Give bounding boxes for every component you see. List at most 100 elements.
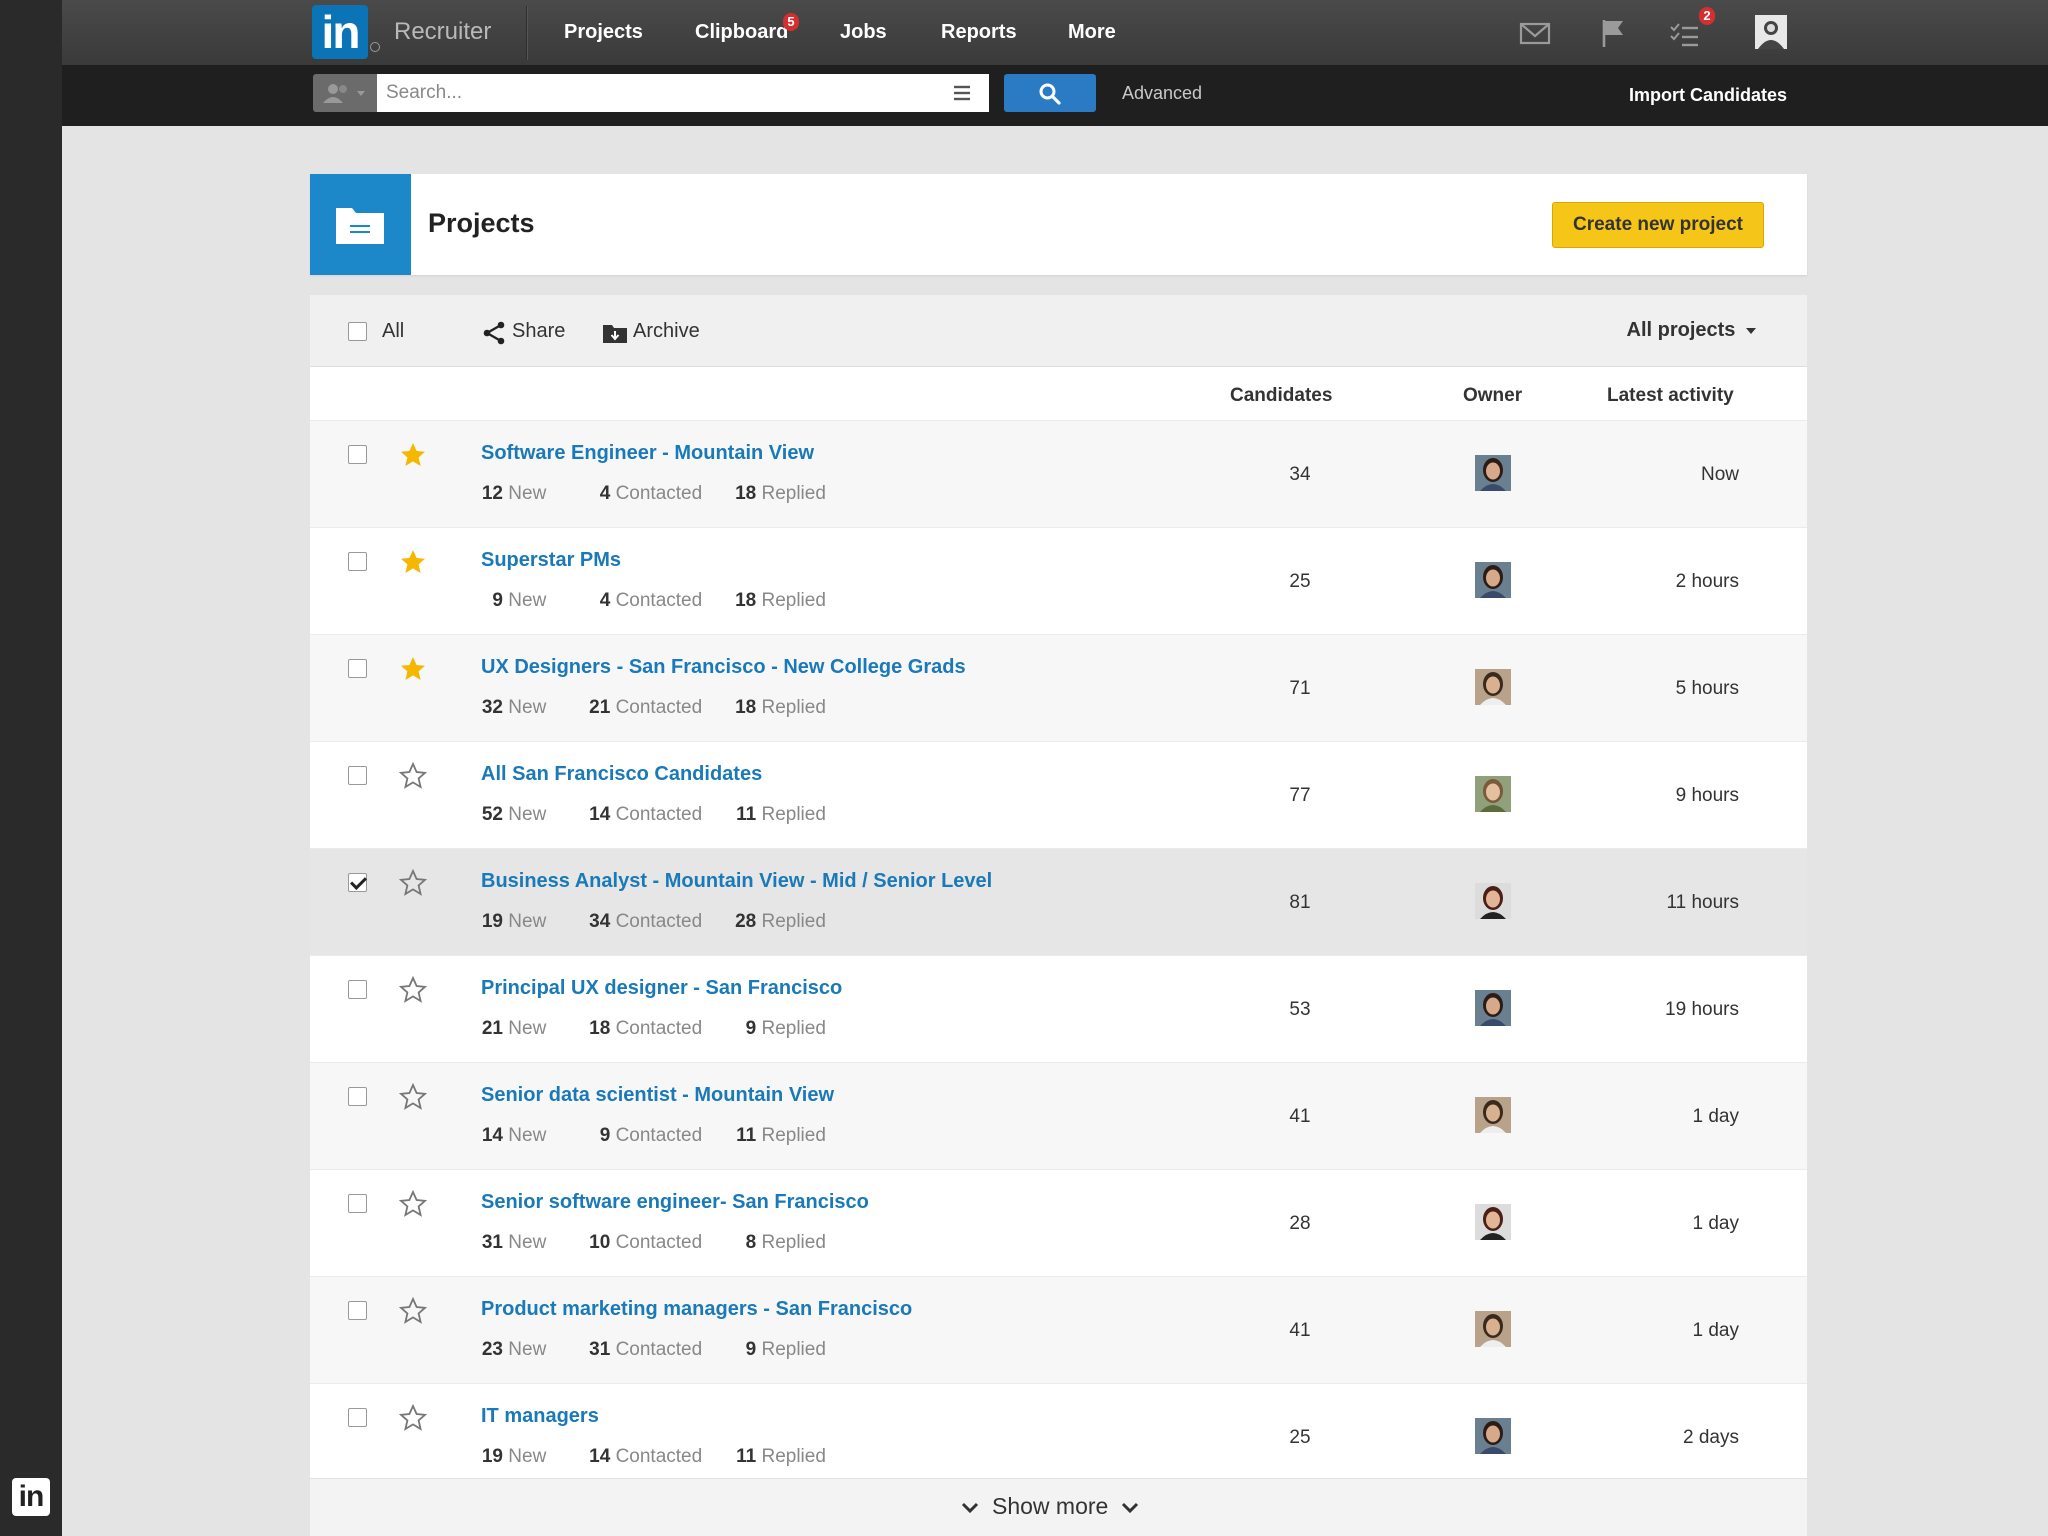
project-title-link[interactable]: Senior software engineer- San Francisco: [481, 1191, 869, 1214]
star-outline-icon[interactable]: [399, 869, 427, 897]
mail-icon[interactable]: [1518, 16, 1552, 50]
nav-more[interactable]: More: [1068, 21, 1116, 44]
star-filled-icon[interactable]: [399, 548, 427, 576]
owner-avatar[interactable]: [1475, 1418, 1511, 1454]
star-filled-icon[interactable]: [399, 655, 427, 683]
project-row[interactable]: Superstar PMs 9 New 4 Contacted 18 Replied 2…: [310, 527, 1807, 634]
candidates-count[interactable]: 41: [1270, 1106, 1330, 1128]
nav-clipboard[interactable]: Clipboard: [695, 21, 788, 44]
brand-name[interactable]: Recruiter: [394, 18, 491, 46]
share-button[interactable]: Share: [512, 320, 565, 343]
project-row[interactable]: Business Analyst - Mountain View - Mid /…: [310, 848, 1807, 955]
new-count: 19: [481, 1446, 503, 1467]
project-title-link[interactable]: Business Analyst - Mountain View - Mid /…: [481, 870, 992, 893]
project-title-link[interactable]: Product marketing managers - San Francis…: [481, 1298, 912, 1321]
replied-label: Replied: [761, 1339, 826, 1360]
project-title-link[interactable]: Software Engineer - Mountain View: [481, 442, 814, 465]
star-outline-icon[interactable]: [399, 1083, 427, 1111]
show-more-bar[interactable]: Show more: [310, 1478, 1807, 1536]
flag-icon[interactable]: [1596, 16, 1630, 50]
row-checkbox[interactable]: [348, 873, 367, 892]
create-new-project-button[interactable]: Create new project: [1552, 202, 1764, 248]
project-row[interactable]: IT managers 19 New 14 Contacted 11 Replied 2…: [310, 1383, 1807, 1490]
column-latest-activity[interactable]: Latest activity: [1607, 385, 1734, 407]
select-all-label[interactable]: All: [382, 320, 404, 343]
share-icon[interactable]: [482, 321, 506, 345]
row-checkbox[interactable]: [348, 1408, 367, 1427]
project-stats: 23 New 31 Contacted 9 Replied: [481, 1339, 826, 1361]
advanced-search-link[interactable]: Advanced: [1122, 83, 1202, 104]
row-checkbox[interactable]: [348, 980, 367, 999]
star-outline-icon[interactable]: [399, 976, 427, 1004]
profile-icon[interactable]: [1755, 15, 1787, 49]
candidates-count[interactable]: 34: [1270, 464, 1330, 486]
replied-label: Replied: [761, 1018, 826, 1039]
candidates-count[interactable]: 77: [1270, 785, 1330, 807]
archive-icon[interactable]: [602, 322, 628, 344]
contacted-label: Contacted: [615, 1232, 703, 1253]
candidates-count[interactable]: 41: [1270, 1320, 1330, 1342]
star-outline-icon[interactable]: [399, 762, 427, 790]
search-button[interactable]: [1004, 74, 1096, 112]
project-row[interactable]: Software Engineer - Mountain View 12 New 4…: [310, 420, 1807, 527]
candidates-count[interactable]: 25: [1270, 571, 1330, 593]
owner-avatar[interactable]: [1475, 776, 1511, 812]
column-candidates[interactable]: Candidates: [1230, 385, 1332, 407]
candidates-count[interactable]: 25: [1270, 1427, 1330, 1449]
project-title-link[interactable]: UX Designers - San Francisco - New Colle…: [481, 656, 966, 679]
candidates-count[interactable]: 81: [1270, 892, 1330, 914]
project-stats: 21 New 18 Contacted 9 Replied: [481, 1018, 826, 1040]
star-outline-icon[interactable]: [399, 1404, 427, 1432]
row-checkbox[interactable]: [348, 659, 367, 678]
project-title-link[interactable]: All San Francisco Candidates: [481, 763, 762, 786]
candidates-count[interactable]: 71: [1270, 678, 1330, 700]
project-title-link[interactable]: Principal UX designer - San Francisco: [481, 977, 842, 1000]
nav-projects[interactable]: Projects: [564, 21, 643, 44]
project-rows: Software Engineer - Mountain View 12 New 4…: [310, 420, 1807, 1490]
nav-reports[interactable]: Reports: [941, 21, 1017, 44]
owner-avatar[interactable]: [1475, 1097, 1511, 1133]
row-checkbox[interactable]: [348, 1087, 367, 1106]
show-more-label: Show more: [992, 1493, 1109, 1519]
project-row[interactable]: All San Francisco Candidates 52 New 14 Con…: [310, 741, 1807, 848]
candidates-count[interactable]: 28: [1270, 1213, 1330, 1235]
owner-avatar[interactable]: [1475, 562, 1511, 598]
owner-avatar[interactable]: [1475, 669, 1511, 705]
star-filled-icon[interactable]: [399, 441, 427, 469]
search-type-dropdown[interactable]: [313, 74, 377, 112]
project-title-link[interactable]: Senior data scientist - Mountain View: [481, 1084, 834, 1107]
search-options-icon[interactable]: [952, 83, 972, 103]
tasks-icon[interactable]: [1668, 16, 1702, 50]
projects-filter-dropdown[interactable]: All projects: [1627, 319, 1757, 342]
owner-avatar[interactable]: [1475, 1311, 1511, 1347]
row-checkbox[interactable]: [348, 552, 367, 571]
project-title-link[interactable]: IT managers: [481, 1405, 599, 1428]
owner-avatar[interactable]: [1475, 455, 1511, 491]
row-checkbox[interactable]: [348, 445, 367, 464]
import-candidates-link[interactable]: Import Candidates: [1629, 85, 1787, 106]
star-outline-icon[interactable]: [399, 1297, 427, 1325]
owner-avatar[interactable]: [1475, 883, 1511, 919]
owner-avatar[interactable]: [1475, 1204, 1511, 1240]
project-row[interactable]: Senior data scientist - Mountain View 14 …: [310, 1062, 1807, 1169]
search-input[interactable]: [377, 74, 989, 112]
project-row[interactable]: Product marketing managers - San Francis…: [310, 1276, 1807, 1383]
project-row[interactable]: UX Designers - San Francisco - New Colle…: [310, 634, 1807, 741]
candidates-count[interactable]: 53: [1270, 999, 1330, 1021]
project-row[interactable]: Senior software engineer- San Francisco 3…: [310, 1169, 1807, 1276]
archive-button[interactable]: Archive: [633, 320, 700, 343]
linkedin-logo[interactable]: in: [312, 5, 368, 59]
row-checkbox[interactable]: [348, 1194, 367, 1213]
select-all-checkbox[interactable]: [348, 322, 367, 341]
row-checkbox[interactable]: [348, 1301, 367, 1320]
project-title-link[interactable]: Superstar PMs: [481, 549, 621, 572]
latest-activity: 11 hours: [1666, 892, 1739, 913]
row-checkbox[interactable]: [348, 766, 367, 785]
show-more-button[interactable]: Show more: [960, 1493, 1140, 1520]
replied-label: Replied: [761, 804, 826, 825]
nav-jobs[interactable]: Jobs: [840, 21, 887, 44]
column-owner[interactable]: Owner: [1463, 385, 1522, 407]
owner-avatar[interactable]: [1475, 990, 1511, 1026]
star-outline-icon[interactable]: [399, 1190, 427, 1218]
project-row[interactable]: Principal UX designer - San Francisco 21 …: [310, 955, 1807, 1062]
